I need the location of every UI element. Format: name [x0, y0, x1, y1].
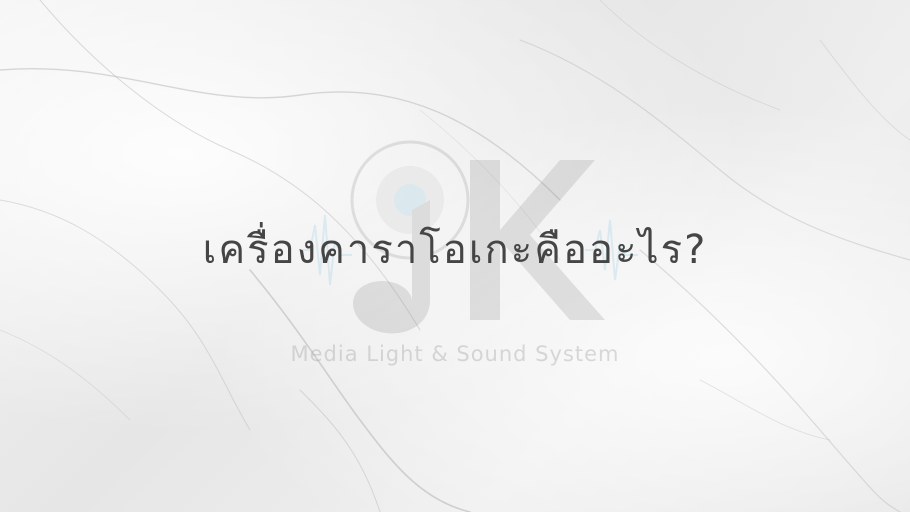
marble-background: Media Light & Sound System เครื่องคาราโอ…	[0, 0, 910, 512]
logo-caption: Media Light & Sound System	[290, 342, 620, 366]
headline: เครื่องคาราโอเกะคืออะไร?	[202, 227, 708, 273]
